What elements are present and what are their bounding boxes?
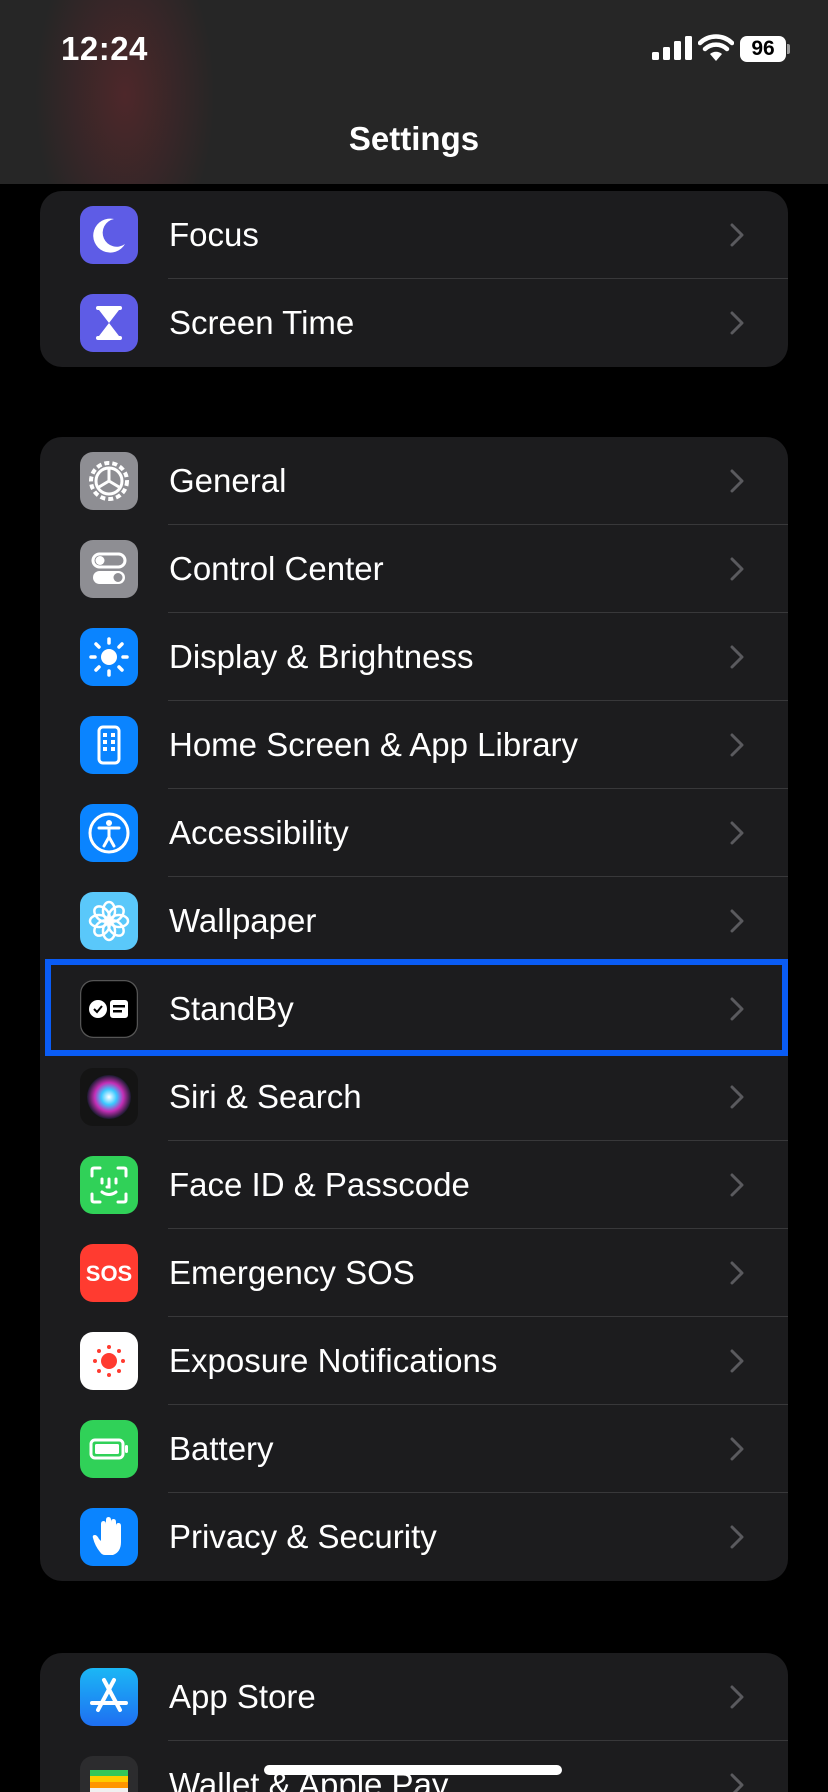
general-gear-icon (80, 452, 138, 510)
settings-row-label: Battery (169, 1430, 274, 1467)
settings-row-battery[interactable]: Battery (40, 1405, 788, 1493)
settings-row-label: Display & Brightness (169, 638, 474, 675)
settings-row-label: Siri & Search (169, 1078, 362, 1115)
cellular-signal-icon (652, 36, 692, 60)
settings-row-label: Exposure Notifications (169, 1342, 498, 1379)
chevron-right-icon (730, 1261, 744, 1285)
privacy-hand-icon (80, 1508, 138, 1566)
control-center-toggles-icon (80, 540, 138, 598)
wallpaper-flower-icon (80, 892, 138, 950)
settings-row-face-id[interactable]: Face ID & Passcode (40, 1141, 788, 1229)
chevron-right-icon (730, 645, 744, 669)
battery-icon (80, 1420, 138, 1478)
screen-time-hourglass-icon (80, 294, 138, 352)
home-screen-phone-icon (80, 716, 138, 774)
settings-row-label: App Store (169, 1678, 316, 1715)
chevron-right-icon (730, 1173, 744, 1197)
battery-percent: 96 (740, 36, 786, 62)
settings-row-label: Emergency SOS (169, 1254, 415, 1291)
chevron-right-icon (730, 1525, 744, 1549)
settings-row-display-brightness[interactable]: Display & Brightness (40, 613, 788, 701)
settings-row-label: Accessibility (169, 814, 349, 851)
chevron-right-icon (730, 909, 744, 933)
settings-row-app-store[interactable]: App Store (40, 1653, 788, 1741)
settings-row-control-center[interactable]: Control Center (40, 525, 788, 613)
display-sun-icon (80, 628, 138, 686)
settings-row-siri-search[interactable]: Siri & Search (40, 1053, 788, 1141)
wifi-icon (698, 34, 734, 61)
chevron-right-icon (730, 1685, 744, 1709)
settings-row-label: Control Center (169, 550, 384, 587)
chevron-right-icon (730, 733, 744, 757)
standby-highlight-box (45, 959, 788, 1056)
settings-row-label: Wallpaper (169, 902, 317, 939)
focus-moon-icon (80, 206, 138, 264)
navigation-bar: 12:24 96 Settings (0, 0, 828, 184)
settings-row-general[interactable]: General (40, 437, 788, 525)
accessibility-person-icon (80, 804, 138, 862)
emergency-sos-icon: SOS (80, 1244, 138, 1302)
settings-row-home-screen[interactable]: Home Screen & App Library (40, 701, 788, 789)
settings-row-accessibility[interactable]: Accessibility (40, 789, 788, 877)
chevron-right-icon (730, 557, 744, 581)
battery-status-icon: 96 (740, 36, 790, 62)
settings-row-privacy-security[interactable]: Privacy & Security (40, 1493, 788, 1581)
settings-row-label: Screen Time (169, 304, 355, 341)
home-indicator[interactable] (264, 1765, 562, 1775)
app-store-icon (80, 1668, 138, 1726)
settings-row-exposure-notifications[interactable]: Exposure Notifications (40, 1317, 788, 1405)
settings-group-focus: Focus Screen Time (40, 191, 788, 367)
settings-row-label: Focus (169, 216, 259, 253)
svg-text:SOS: SOS (86, 1261, 132, 1286)
settings-row-label: Privacy & Security (169, 1518, 437, 1555)
chevron-right-icon (730, 311, 744, 335)
chevron-right-icon (730, 1085, 744, 1109)
chevron-right-icon (730, 821, 744, 845)
siri-orb-icon (80, 1068, 138, 1126)
settings-row-emergency-sos[interactable]: SOS Emergency SOS (40, 1229, 788, 1317)
wallet-icon (80, 1756, 138, 1792)
chevron-right-icon (730, 1437, 744, 1461)
settings-row-screen-time[interactable]: Screen Time (40, 279, 788, 367)
settings-screen: 12:24 96 Settings Focus Screen Time Gene… (0, 0, 828, 1792)
settings-row-label: General (169, 462, 287, 499)
chevron-right-icon (730, 1773, 744, 1792)
status-time: 12:24 (61, 30, 148, 67)
chevron-right-icon (730, 1349, 744, 1373)
chevron-right-icon (730, 223, 744, 247)
page-title: Settings (348, 120, 480, 157)
settings-row-label: Face ID & Passcode (169, 1166, 470, 1203)
chevron-right-icon (730, 469, 744, 493)
settings-row-focus[interactable]: Focus (40, 191, 788, 279)
settings-row-label: Home Screen & App Library (169, 726, 579, 763)
face-id-icon (80, 1156, 138, 1214)
exposure-notifications-icon (80, 1332, 138, 1390)
settings-row-wallpaper[interactable]: Wallpaper (40, 877, 788, 965)
